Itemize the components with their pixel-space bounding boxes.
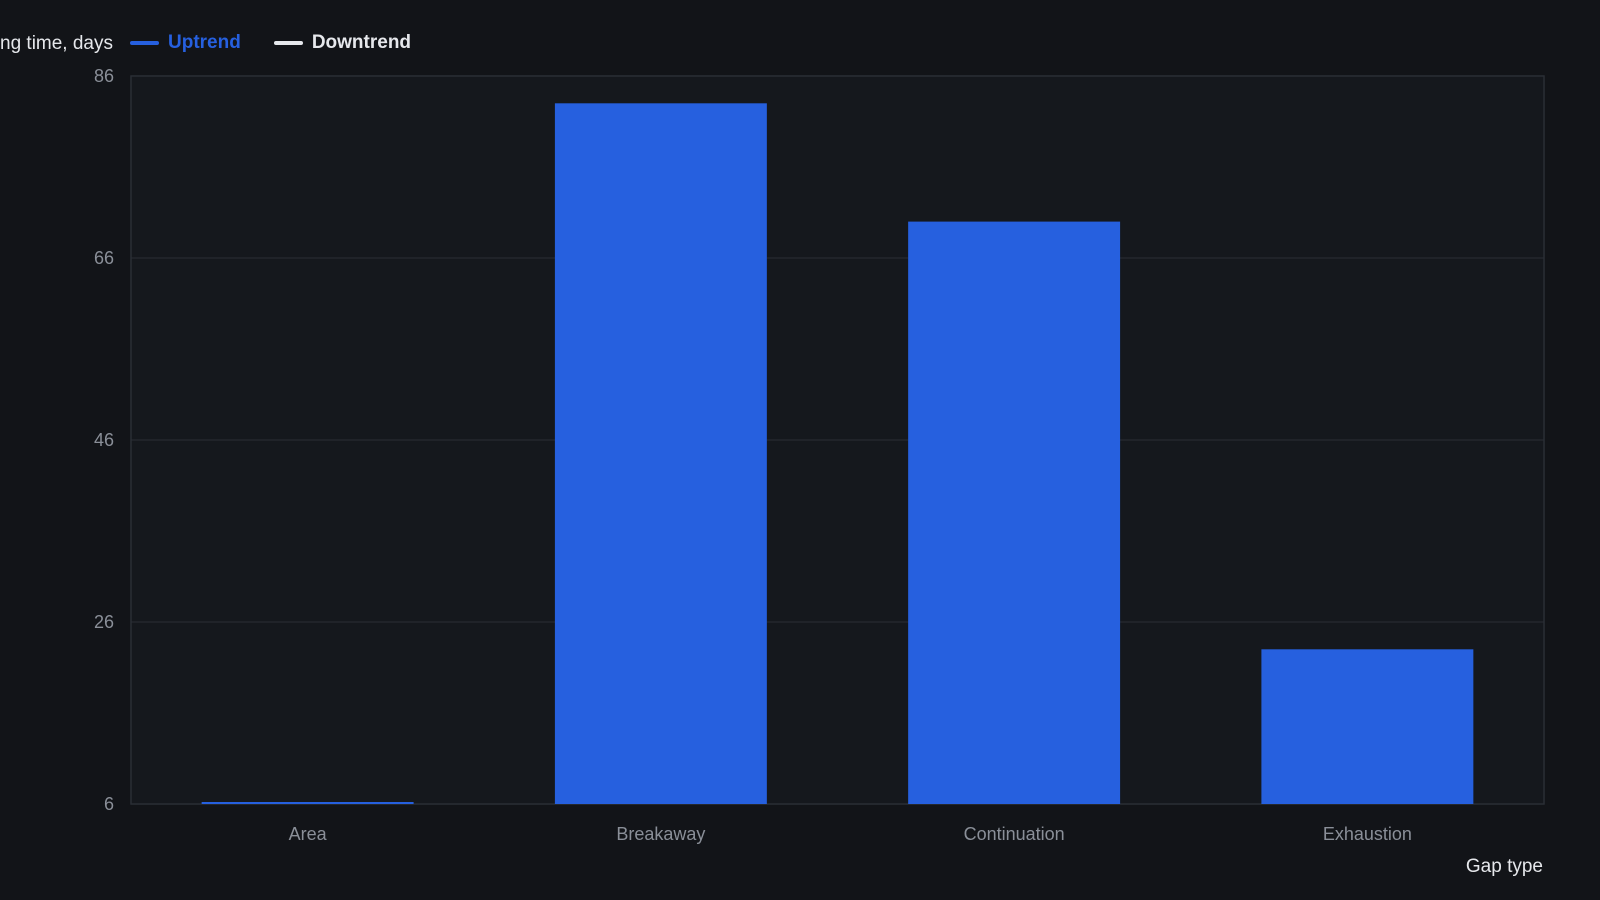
bar-uptrend-continuation	[908, 221, 1121, 805]
chart: ng time, days Uptrend Downtrend 6 26 46 66 8…	[0, 0, 1600, 900]
y-tick-label: 6	[104, 794, 114, 814]
x-tick-label: Continuation	[964, 824, 1065, 844]
bar-uptrend-breakaway	[554, 103, 767, 805]
bar-uptrend-area	[201, 802, 414, 804]
bar-uptrend-exhaustion	[1261, 649, 1474, 804]
plot-area: 6 26 46 66 86 Area Breakaway Continuation Exhaus…	[94, 66, 1545, 844]
y-tick-label: 66	[94, 248, 114, 268]
x-tick-label: Breakaway	[616, 824, 705, 844]
y-tick-label: 26	[94, 612, 114, 632]
x-tick-label: Area	[289, 824, 328, 844]
y-tick-label: 46	[94, 430, 114, 450]
x-tick-label: Exhaustion	[1323, 824, 1412, 844]
x-axis-label: Gap type	[1465, 856, 1543, 877]
y-tick-label: 86	[94, 66, 114, 86]
